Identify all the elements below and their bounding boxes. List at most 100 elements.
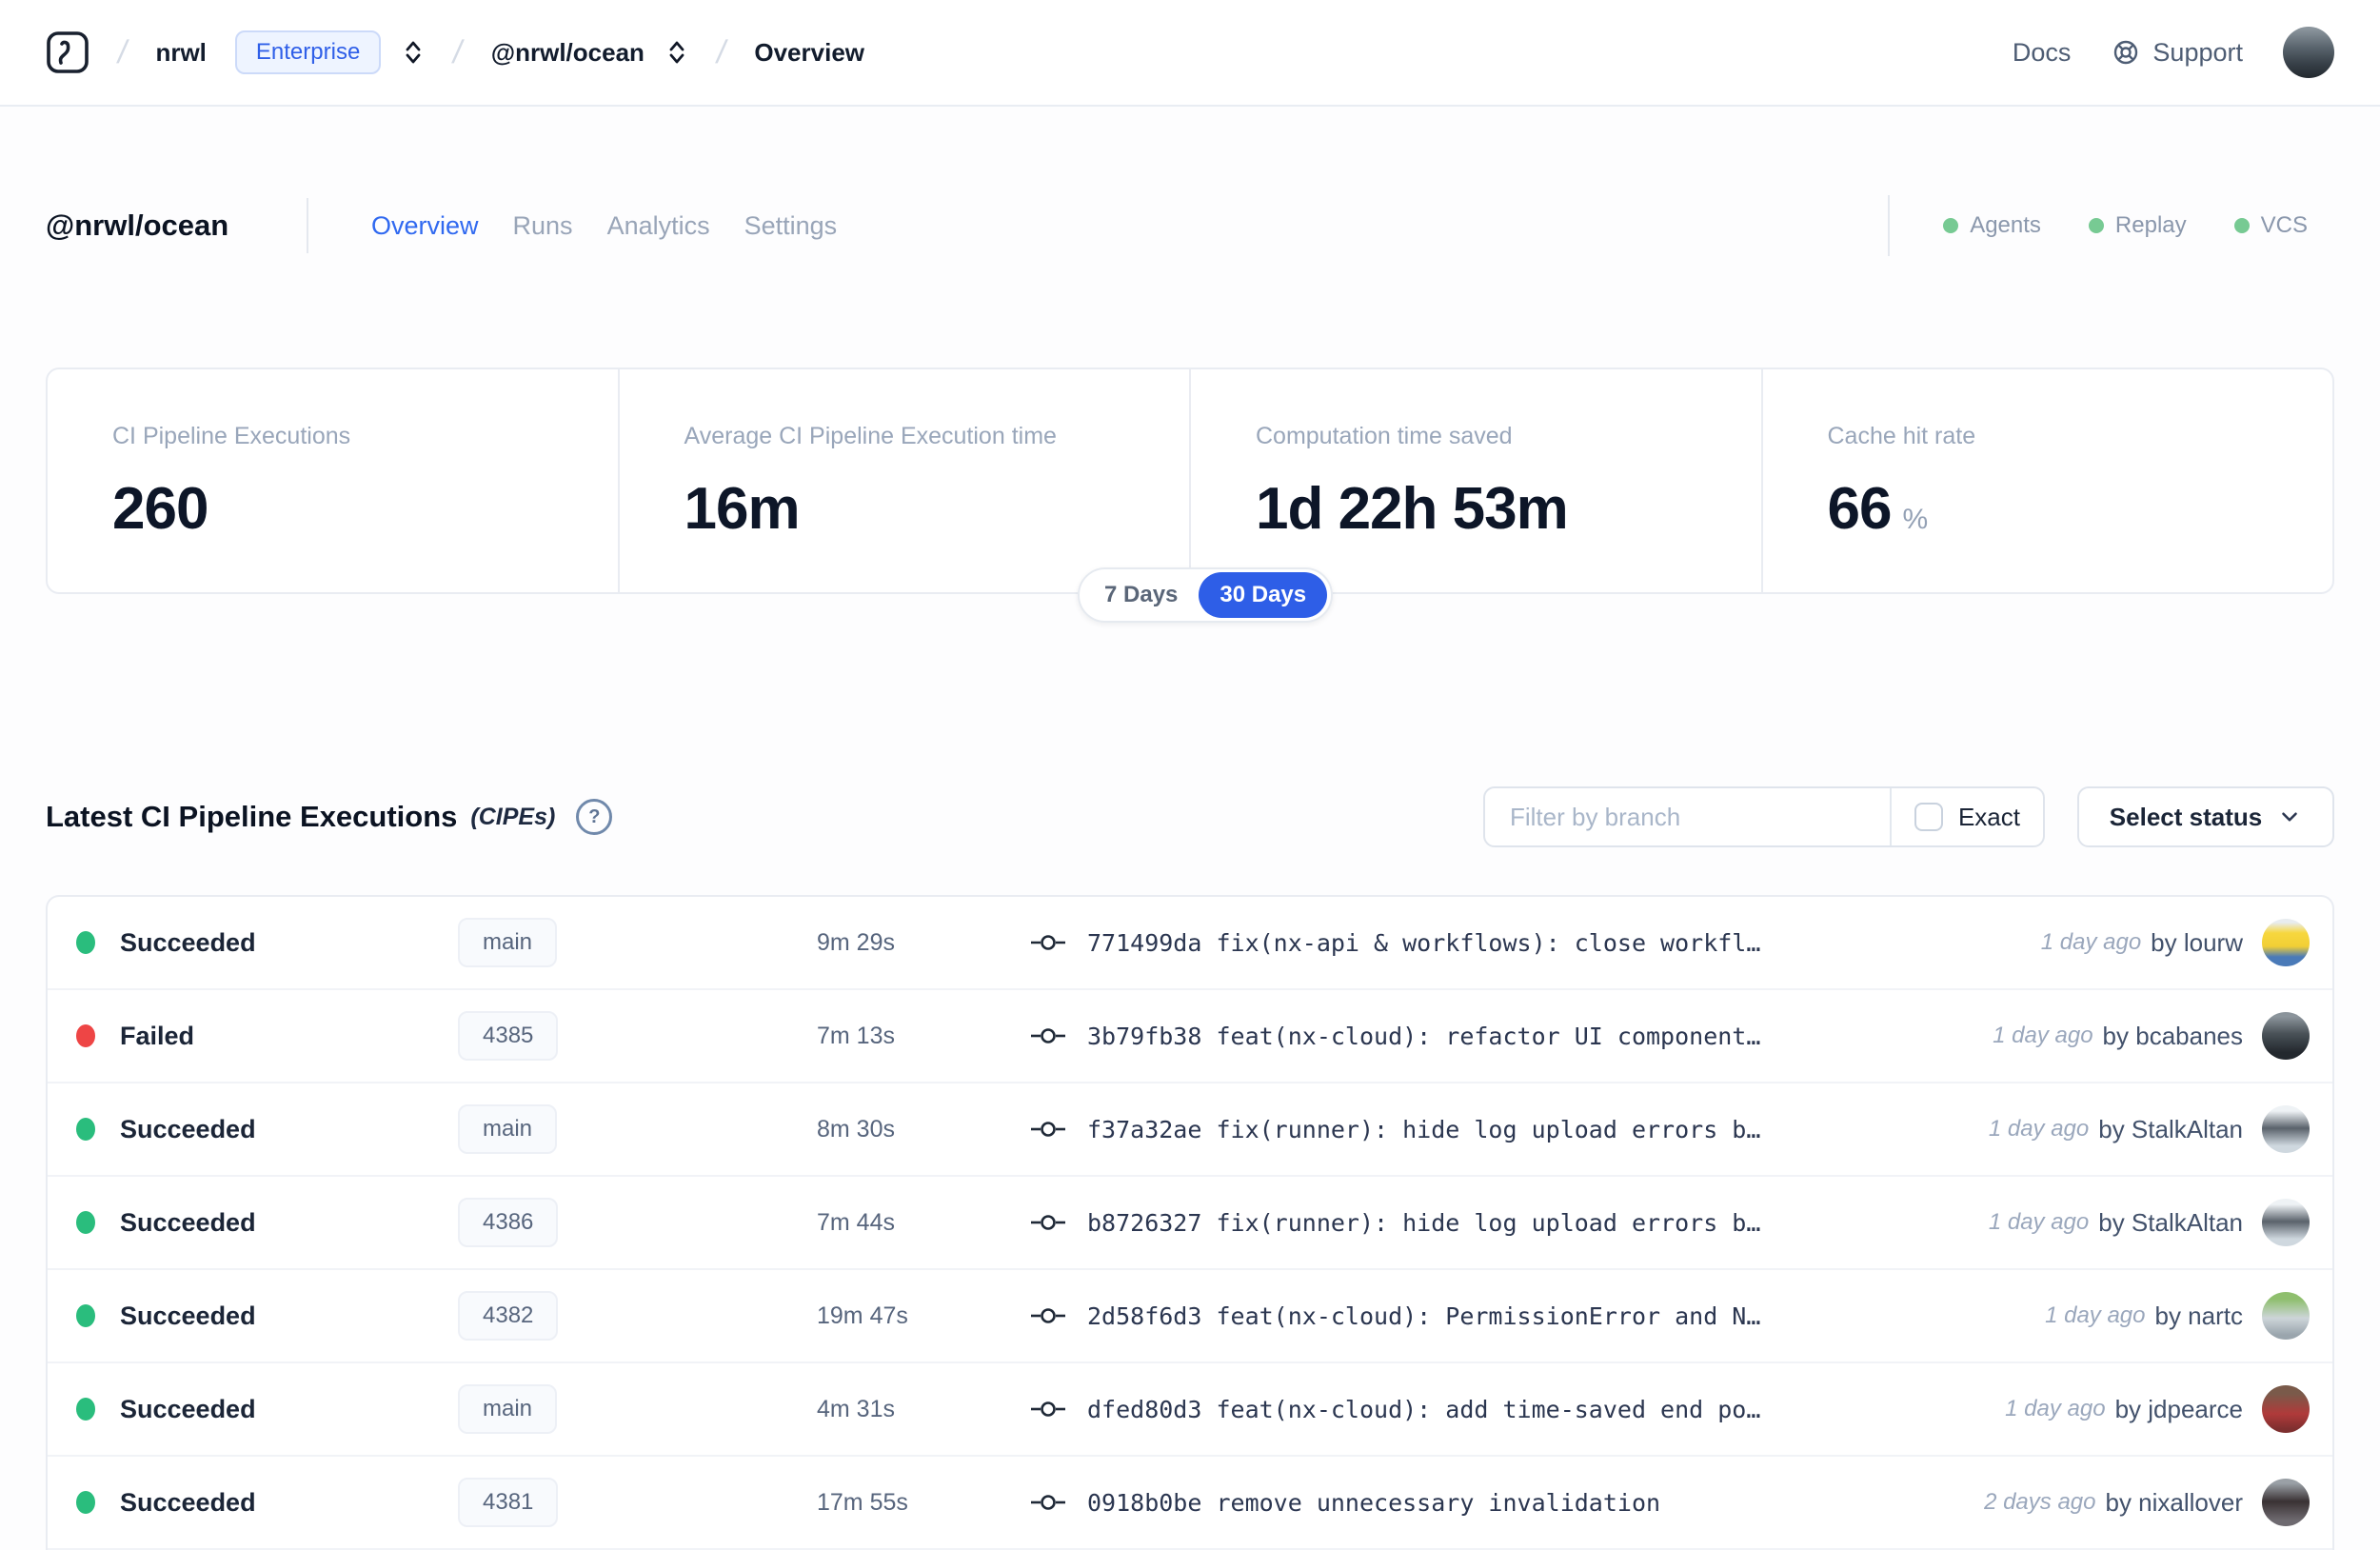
row-meta: 2 days ago by nixallover xyxy=(1984,1479,2310,1526)
commit-message: 0918b0be remove unnecessary invalidation xyxy=(1087,1488,1661,1517)
page-title: @nrwl/ocean xyxy=(46,209,229,242)
support-label: Support xyxy=(2152,37,2243,67)
breadcrumb-page: Overview xyxy=(754,37,865,67)
stat-value-row: 1d 22h 53m xyxy=(1256,475,1761,543)
tab[interactable]: Overview xyxy=(371,211,479,241)
commit-cell[interactable]: 3b79fb38 feat(nx-cloud): refactor UI com… xyxy=(1007,1023,1760,1050)
commit-cell[interactable]: 2d58f6d3 feat(nx-cloud): PermissionError… xyxy=(1007,1302,1760,1330)
cipe-table: Succeeded main 9m 29s 771499da fix(nx-ap… xyxy=(46,895,2334,1550)
stat-value: 260 xyxy=(112,476,208,542)
nav-actions: Docs Support xyxy=(2013,27,2334,78)
service-status-item[interactable]: Replay xyxy=(2088,212,2187,239)
commit-message: b8726327 fix(runner): hide log upload er… xyxy=(1087,1208,1761,1237)
branch-cell: main xyxy=(458,918,817,967)
commit-cell[interactable]: dfed80d3 feat(nx-cloud): add time-saved … xyxy=(1007,1396,1760,1423)
exact-label: Exact xyxy=(1957,802,2020,831)
row-meta: 1 day ago by StalkAltan xyxy=(1989,1105,2310,1153)
duration-cell: 9m 29s xyxy=(817,928,895,956)
help-icon[interactable]: ? xyxy=(576,799,613,835)
table-row[interactable]: Succeeded main 9m 29s 771499da fix(nx-ap… xyxy=(48,897,2332,990)
service-status-item[interactable]: Agents xyxy=(1943,212,2041,239)
status-label: Succeeded xyxy=(120,1114,256,1143)
enterprise-badge[interactable]: Enterprise xyxy=(234,30,382,74)
author-avatar xyxy=(2262,1385,2310,1433)
author-avatar xyxy=(2262,1199,2310,1246)
docs-link[interactable]: Docs xyxy=(2013,38,2072,68)
table-row[interactable]: Succeeded main 4m 31s dfed80d3 feat(nx-c… xyxy=(48,1363,2332,1457)
exact-match-toggle[interactable]: Exact xyxy=(1892,788,2043,845)
top-nav: / nrwl Enterprise / @nrwl/ocean / Overvi… xyxy=(0,0,2380,107)
commit-cell[interactable]: 771499da fix(nx-api & workflows): close … xyxy=(1007,929,1760,957)
breadcrumb-separator: / xyxy=(713,33,729,70)
duration-cell: 8m 30s xyxy=(817,1115,895,1143)
table-row[interactable]: Succeeded main 8m 30s f37a32ae fix(runne… xyxy=(48,1083,2332,1177)
breadcrumb-workspace[interactable]: @nrwl/ocean xyxy=(491,38,645,68)
status-dot xyxy=(76,1118,95,1141)
breadcrumb-separator: / xyxy=(450,33,466,70)
service-status-item[interactable]: VCS xyxy=(2233,212,2308,239)
status-label: Succeeded xyxy=(120,1394,256,1423)
branch-filter-group: Exact xyxy=(1483,786,2045,847)
stat-value-row: 16m xyxy=(684,475,1190,543)
breadcrumb: / nrwl Enterprise / @nrwl/ocean / Overvi… xyxy=(46,30,864,74)
breadcrumb-org[interactable]: nrwl xyxy=(155,38,206,68)
branch-cell: 4381 xyxy=(458,1478,817,1527)
author-label: by StalkAltan xyxy=(2098,1114,2243,1143)
row-meta: 1 day ago by jdpearce xyxy=(2005,1385,2310,1433)
row-meta: 1 day ago by nartc xyxy=(2045,1292,2310,1340)
status-select[interactable]: Select status xyxy=(2077,786,2334,847)
exact-checkbox[interactable] xyxy=(1914,803,1943,831)
git-commit-icon xyxy=(1030,1023,1066,1048)
git-commit-icon xyxy=(1030,1303,1066,1328)
author-avatar xyxy=(2262,1479,2310,1526)
workspace-switcher-icon[interactable] xyxy=(665,37,688,68)
chevron-down-icon xyxy=(2277,805,2302,829)
table-row[interactable]: Failed 4385 7m 13s 3b79fb38 feat(nx-clou… xyxy=(48,990,2332,1083)
status-dot xyxy=(76,1024,95,1047)
row-meta: 1 day ago by lourw xyxy=(2041,919,2310,966)
branch-filter-input[interactable] xyxy=(1485,788,1890,845)
branch-cell: main xyxy=(458,1104,817,1154)
duration-cell: 19m 47s xyxy=(817,1302,908,1329)
workspace-header: @nrwl/ocean Overview Runs Analytics Setting… xyxy=(46,193,2334,258)
duration-cell: 17m 55s xyxy=(817,1488,908,1516)
user-avatar[interactable] xyxy=(2283,27,2334,78)
service-status-label: Replay xyxy=(2114,212,2187,238)
service-status-dot-icon xyxy=(1943,218,1959,233)
tab[interactable]: Settings xyxy=(744,211,838,241)
time-ago: 1 day ago xyxy=(2045,1302,2146,1328)
status-label: Succeeded xyxy=(120,1301,256,1330)
status-dot xyxy=(76,1398,95,1421)
commit-cell[interactable]: f37a32ae fix(runner): hide log upload er… xyxy=(1007,1116,1760,1143)
branch-cell: 4386 xyxy=(458,1198,817,1247)
duration-cell: 7m 13s xyxy=(817,1022,895,1049)
commit-cell[interactable]: 0918b0be remove unnecessary invalidation xyxy=(1007,1489,1660,1517)
range-option-7-days[interactable]: 7 Days xyxy=(1083,582,1199,608)
status-label: Succeeded xyxy=(120,1207,256,1237)
time-ago: 1 day ago xyxy=(1988,1209,2090,1235)
section-subtitle: (CIPEs) xyxy=(470,803,556,830)
range-option-30-days[interactable]: 30 Days xyxy=(1199,572,1328,618)
commit-message: dfed80d3 feat(nx-cloud): add time-saved … xyxy=(1087,1395,1761,1423)
author-label: by nartc xyxy=(2154,1301,2244,1330)
status-dot xyxy=(76,1304,95,1327)
commit-message: f37a32ae fix(runner): hide log upload er… xyxy=(1087,1115,1761,1143)
tab[interactable]: Analytics xyxy=(607,211,710,241)
branch-badge: 4382 xyxy=(458,1291,559,1341)
table-row[interactable]: Succeeded 4381 17m 55s 0918b0be remove u… xyxy=(48,1457,2332,1550)
author-label: by lourw xyxy=(2151,927,2243,957)
support-link[interactable]: Support xyxy=(2111,37,2243,68)
stat-card: Cache hit rate 66 % xyxy=(1760,369,2333,592)
author-avatar xyxy=(2262,1105,2310,1153)
duration-cell: 4m 31s xyxy=(817,1395,895,1422)
commit-cell[interactable]: b8726327 fix(runner): hide log upload er… xyxy=(1007,1209,1760,1237)
table-row[interactable]: Succeeded 4382 19m 47s 2d58f6d3 feat(nx-… xyxy=(48,1270,2332,1363)
tab[interactable]: Runs xyxy=(513,211,573,241)
stat-value-row: 66 % xyxy=(1828,475,2333,543)
duration-cell: 7m 44s xyxy=(817,1208,895,1236)
breadcrumb-separator: / xyxy=(114,33,130,70)
org-switcher-icon[interactable] xyxy=(402,37,425,68)
table-row[interactable]: Succeeded 4386 7m 44s b8726327 fix(runne… xyxy=(48,1177,2332,1270)
author-label: by StalkAltan xyxy=(2098,1207,2243,1237)
nx-cloud-logo-icon[interactable] xyxy=(46,30,89,74)
